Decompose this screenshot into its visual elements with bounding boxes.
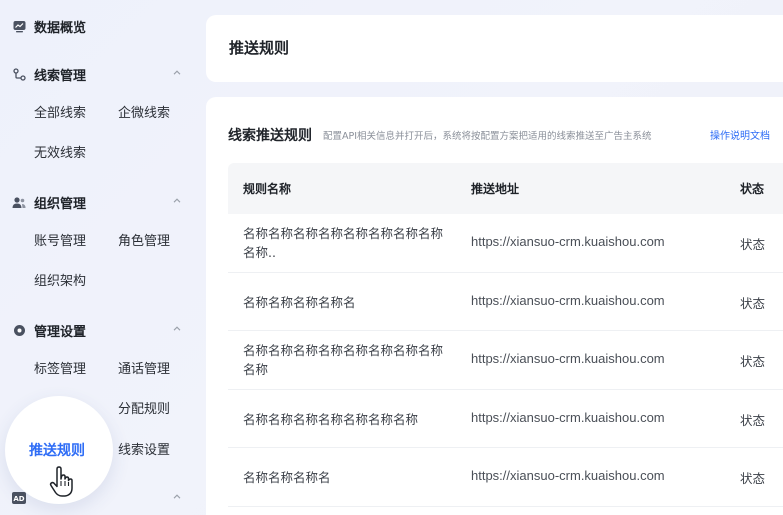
sidebar-item-wecom-leads[interactable]: 企微线索 [118,104,170,124]
chevron-up-icon[interactable] [172,323,182,333]
users-icon [12,195,26,209]
ad-icon: AD [12,491,26,505]
chart-icon [12,19,26,33]
sidebar-item-accounts[interactable]: 账号管理 [34,232,86,252]
sidebar-group-settings[interactable]: 管理设置 [12,320,188,340]
svg-text:AD: AD [13,495,24,503]
sidebar-group-ads[interactable]: AD [12,488,188,508]
sidebar-group-label: 数据概览 [34,20,87,36]
push-url: https://xiansuo-crm.kuaishou.com [471,292,665,308]
sidebar-item-push-rules[interactable]: 推送规则 [29,440,85,462]
rules-table: 规则名称 推送地址 状态 名称名称名称名称名称名称名称名称名称.. https:… [228,163,783,507]
main-card: 线索推送规则 配置API相关信息并打开后，系统将按配置方案把适用的线索推送至广告… [206,97,783,515]
rule-name: 名称名称名称名称名称名称名称名称名称.. [243,226,444,260]
rule-status: 状态 [740,412,766,428]
sidebar-group-overview[interactable]: 数据概览 [12,16,188,36]
rule-status: 状态 [740,295,766,311]
chevron-up-icon[interactable] [172,491,182,501]
push-url: https://xiansuo-crm.kuaishou.com [471,351,665,366]
column-header-name: 规则名称 [243,182,292,196]
sidebar-item-assign-rules[interactable]: 分配规则 [118,400,170,420]
push-url: https://xiansuo-crm.kuaishou.com [471,409,665,425]
table-row[interactable]: 名称名称名称名称名称名称名称名称名称.. https://xiansuo-crm… [228,214,783,273]
rule-status: 状态 [740,237,766,252]
section-title: 线索推送规则 [228,128,312,144]
table-row[interactable]: 名称名称名称名称名称名称名称 https://xiansuo-crm.kuais… [228,390,783,448]
rule-status: 状态 [740,471,766,486]
table-row[interactable]: 名称名称名称名 https://xiansuo-crm.kuaishou.com… [228,448,783,507]
hand-pointer-icon [48,466,76,498]
sidebar: 数据概览 线索管理 全部线索 企微线索 无效线索 组织管理 账号管理 角色管理 … [0,0,200,515]
section-description: 配置API相关信息并打开后，系统将按配置方案把适用的线索推送至广告主系统 [323,131,652,142]
chevron-up-icon[interactable] [172,67,182,77]
sidebar-group-label: 组织管理 [34,196,87,212]
push-url: https://xiansuo-crm.kuaishou.com [471,234,665,249]
rule-name: 名称名称名称名称名称名称名称名称名称 [243,343,444,377]
rule-name: 名称名称名称名 [243,470,331,485]
doc-link[interactable]: 操作说明文档 [710,127,770,142]
sidebar-group-organization[interactable]: 组织管理 [12,192,188,212]
sidebar-group-label: 管理设置 [34,324,87,340]
column-header-status: 状态 [740,182,765,196]
sidebar-item-lead-settings[interactable]: 线索设置 [118,441,170,461]
rule-status: 状态 [740,354,766,369]
table-row[interactable]: 名称名称名称名称名称名称名称名称名称 https://xiansuo-crm.k… [228,331,783,390]
table-header: 规则名称 推送地址 状态 [228,163,783,214]
sidebar-item-calls[interactable]: 通话管理 [118,360,170,380]
sidebar-item-org-structure[interactable]: 组织架构 [34,272,86,292]
rule-name: 名称名称名称名称名 [243,294,356,310]
table-row[interactable]: 名称名称名称名称名 https://xiansuo-crm.kuaishou.c… [228,273,783,331]
chevron-up-icon[interactable] [172,195,182,205]
sidebar-group-leads[interactable]: 线索管理 [12,64,188,84]
sidebar-item-invalid-leads[interactable]: 无效线索 [34,144,86,164]
gear-icon [12,323,26,337]
column-header-url: 推送地址 [471,182,520,196]
sidebar-item-all-leads[interactable]: 全部线索 [34,104,86,124]
branch-icon [12,67,26,81]
sidebar-group-label: 线索管理 [34,68,87,84]
header-card: 推送规则 [206,15,783,82]
push-url: https://xiansuo-crm.kuaishou.com [471,468,665,483]
page-title: 推送规则 [229,39,290,57]
sidebar-item-tags[interactable]: 标签管理 [34,360,86,380]
sidebar-item-roles[interactable]: 角色管理 [118,232,170,252]
rule-name: 名称名称名称名称名称名称名称 [243,411,419,427]
